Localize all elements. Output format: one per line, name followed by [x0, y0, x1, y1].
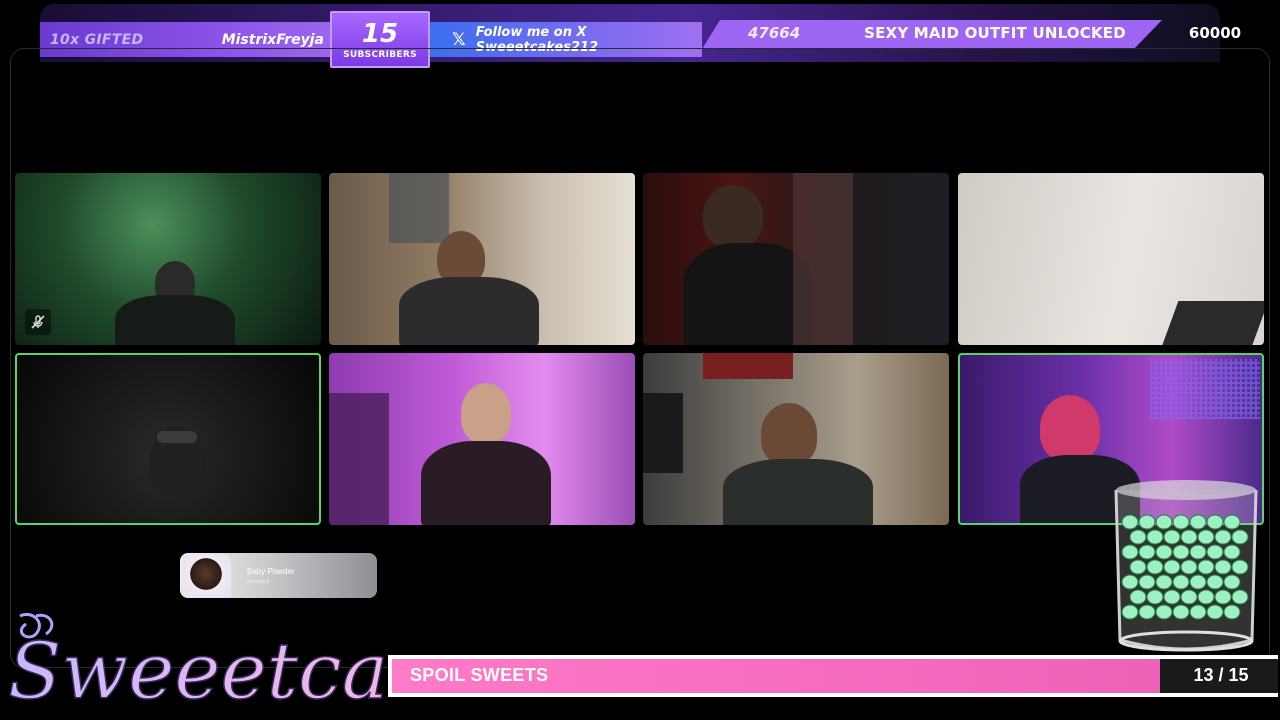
bean-shape [1231, 589, 1249, 605]
x-logo-icon: 𝕏 [452, 29, 466, 50]
bean-shape [1223, 544, 1241, 560]
camera-tile-2[interactable] [329, 173, 635, 345]
bean-shape [1206, 574, 1224, 590]
bean-shape [1180, 529, 1198, 545]
bean-shape [1223, 604, 1241, 620]
bean-shape [1172, 604, 1190, 620]
bean-shape [1129, 529, 1147, 545]
bean-shape [1163, 559, 1181, 575]
goal-label: SEXY MAID OUTFIT UNLOCKED [864, 24, 1126, 42]
track-title: Baby Powder [247, 567, 295, 576]
bean-shape [1206, 604, 1224, 620]
bean-shape [1163, 589, 1181, 605]
bean-shape [1146, 529, 1164, 545]
door-shape [793, 173, 853, 345]
bean-shape [1172, 514, 1190, 530]
bean-shape [1214, 589, 1232, 605]
gift-count-label: 10x GIFTED [50, 31, 144, 48]
bean-shape [1121, 544, 1139, 560]
camera-tile-1[interactable] [15, 173, 321, 345]
participant-silhouette [703, 185, 763, 247]
bean-shape [1121, 514, 1139, 530]
bean-shape [1155, 544, 1173, 560]
camera-tile-4[interactable] [958, 173, 1264, 345]
bean-shape [1197, 589, 1215, 605]
follow-text: Follow me on X Sweeetcakes212 [475, 24, 599, 55]
camera-tile-5[interactable] [15, 353, 321, 525]
bean-shape [1189, 604, 1207, 620]
track-artist: Jenevieve [247, 579, 270, 585]
logo-text: Sweeetcakes [8, 627, 390, 717]
bean-shape [1172, 544, 1190, 560]
chair-shape [1161, 301, 1264, 345]
bean-shape [1129, 559, 1147, 575]
now-playing-card: Baby Powder Jenevieve [180, 553, 377, 598]
bean-shape [1223, 514, 1241, 530]
tip-jar [1114, 480, 1258, 652]
spoil-label: SPOIL SWEETS [410, 665, 549, 685]
goal-target-value: 60000 [1188, 24, 1242, 42]
monitor-shape [643, 393, 683, 473]
participant-body [723, 459, 873, 525]
goal-current-value: 47664 [748, 24, 801, 42]
bean-shape [1231, 559, 1249, 575]
bean-shape [1138, 514, 1156, 530]
camera-tile-3[interactable] [643, 173, 949, 345]
participant-body [421, 441, 551, 525]
led-panel-shape [1150, 359, 1260, 419]
subscriber-counter: 15 SUBSCRIBERS [330, 11, 430, 68]
bean-shape [1146, 589, 1164, 605]
bean-shape [1197, 559, 1215, 575]
bean-shape [1146, 559, 1164, 575]
gift-username: MistrixFreyja [221, 31, 324, 48]
bean-shape [1155, 604, 1173, 620]
bean-shape [1180, 589, 1198, 605]
participant-body [399, 277, 539, 345]
bean-shape [1155, 514, 1173, 530]
participant-silhouette [761, 403, 817, 465]
spoil-count: 13 / 15 [1193, 665, 1249, 685]
sweeetcakes-logo: Sweeetcakes [7, 613, 390, 718]
bean-shape [1155, 574, 1173, 590]
mic-muted-icon[interactable] [25, 309, 51, 335]
subscriber-count: 15 [361, 18, 399, 49]
beanie-shape [157, 431, 197, 443]
participant-body [115, 295, 235, 345]
chair-shape [329, 393, 389, 525]
monitor-shape [389, 173, 449, 243]
bean-shape [1189, 514, 1207, 530]
gift-alert: 10x GIFTED MistrixFreyja [40, 22, 332, 57]
bean-shape [1121, 604, 1139, 620]
camera-tile-7[interactable] [643, 353, 949, 525]
bean-shape [1180, 559, 1198, 575]
poster-shape [703, 353, 793, 379]
bean-shape [1138, 604, 1156, 620]
bean-shape [1189, 574, 1207, 590]
bean-shape [1206, 544, 1224, 560]
participant-silhouette [1040, 395, 1100, 461]
bean-shape [1138, 574, 1156, 590]
bean-shape [1129, 589, 1147, 605]
bean-shape [1223, 574, 1241, 590]
bean-shape [1138, 544, 1156, 560]
bean-shape [1172, 574, 1190, 590]
subscriber-label: SUBSCRIBERS [343, 49, 417, 60]
bean-shape [1121, 574, 1139, 590]
participant-silhouette [461, 383, 511, 443]
bean-shape [1163, 529, 1181, 545]
bean-shape [1231, 529, 1249, 545]
camera-tile-6[interactable] [329, 353, 635, 525]
bean-shape [1214, 529, 1232, 545]
follow-banner: 𝕏 Follow me on X Sweeetcakes212 [430, 22, 702, 57]
bean-shape [1206, 514, 1224, 530]
bean-shape [1214, 559, 1232, 575]
album-art [181, 554, 231, 598]
bean-shape [1189, 544, 1207, 560]
bean-shape [1197, 529, 1215, 545]
